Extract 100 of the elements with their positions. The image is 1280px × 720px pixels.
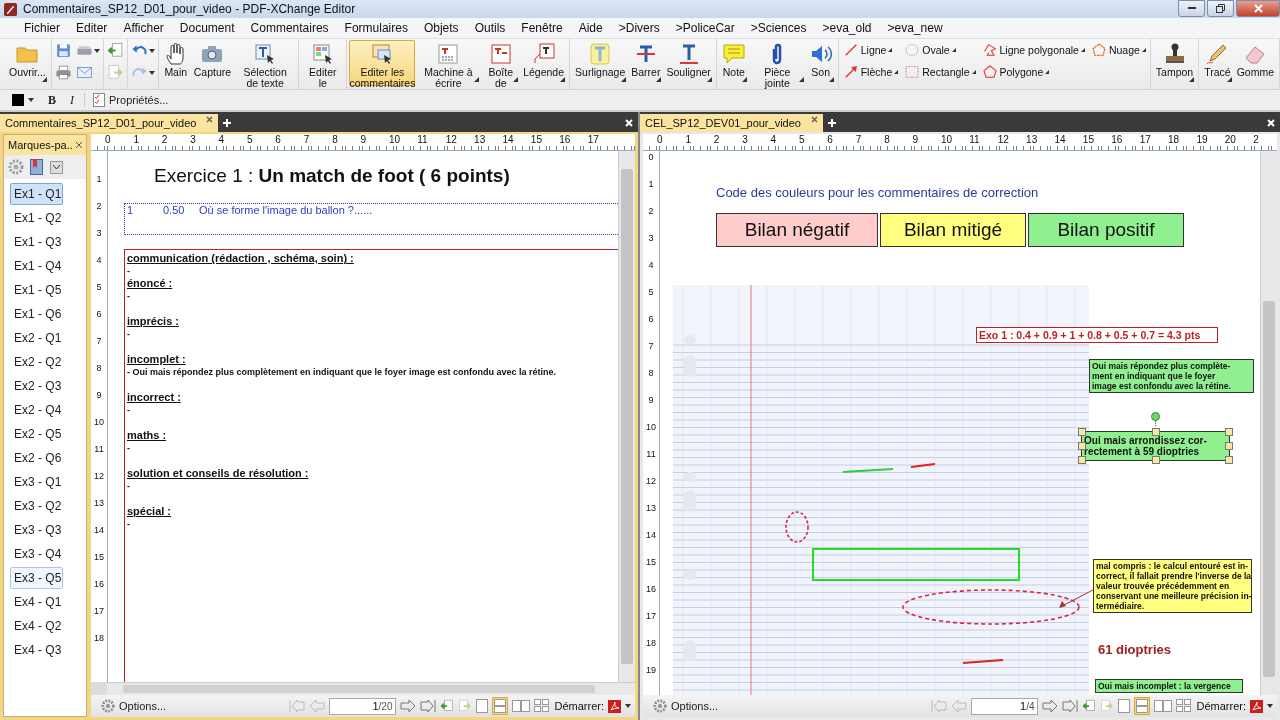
facing-pages-icon[interactable] [1154, 700, 1173, 712]
bookmark-item[interactable]: Ex4 - Q2 [10, 615, 63, 637]
bookmark-item[interactable]: Ex1 - Q1 [10, 183, 63, 205]
minimize-button[interactable] [1178, 0, 1205, 17]
bookmark-item[interactable]: Ex3 - Q2 [10, 495, 63, 517]
menu-item[interactable]: Aide [570, 21, 611, 35]
page-number-field[interactable]: 1/20 [329, 697, 397, 715]
last-page-icon[interactable] [1062, 700, 1079, 712]
bookmark-item[interactable]: Ex2 - Q4 [10, 399, 63, 421]
grid-pages-icon[interactable] [534, 699, 551, 713]
grid-pages-icon[interactable] [1176, 699, 1193, 713]
toolbar-button[interactable]: Légende [520, 40, 568, 86]
vertical-scrollbar[interactable] [618, 151, 635, 682]
toolbar-button[interactable]: Sélection de texte [234, 40, 297, 86]
options-button[interactable]: Options... [647, 698, 725, 714]
toolbar-button[interactable]: Tracé [1201, 40, 1234, 86]
toolbar-button[interactable]: Nuage [1088, 41, 1148, 59]
caret-icon[interactable] [625, 704, 631, 708]
single-page-icon[interactable] [476, 699, 489, 713]
close-button[interactable] [1236, 0, 1280, 17]
toolbar-button[interactable]: Rectangle [902, 63, 978, 81]
bookmark-item[interactable]: Ex2 - Q6 [10, 447, 63, 469]
single-page-icon[interactable] [1118, 699, 1131, 713]
toolbar-button[interactable]: Polygone [979, 63, 1087, 81]
menu-item[interactable]: >Divers [610, 21, 668, 35]
vertical-scrollbar[interactable] [1260, 151, 1277, 695]
menu-item[interactable]: Objets [415, 21, 467, 35]
resize-handle[interactable] [1151, 456, 1160, 464]
toolbar-button[interactable]: Note [718, 40, 749, 86]
bookmark-item[interactable]: Ex1 - Q4 [10, 255, 63, 277]
menu-item[interactable]: >Sciences [742, 21, 815, 35]
pdf-icon[interactable] [1250, 699, 1263, 713]
menu-item[interactable]: Formulaires [336, 21, 416, 35]
bookmark-item[interactable]: Ex4 - Q1 [10, 591, 63, 613]
toolbar-button[interactable]: Capture [190, 40, 235, 86]
toolbar-button[interactable]: Machine à écrire [415, 40, 482, 86]
toolbar-button[interactable]: Ligne polygonale [979, 41, 1087, 59]
next-page-icon[interactable] [1042, 700, 1059, 712]
bookmark-item[interactable]: Ex3 - Q1 [10, 471, 63, 493]
menu-item[interactable]: Document [171, 21, 243, 35]
score-box[interactable]: Exo 1 : 0.4 + 0.9 + 1 + 0.8 + 0.5 + 0.7 = 4.3 pts [976, 327, 1218, 343]
toolbar-button[interactable]: Editer le [301, 40, 345, 86]
bookmark-item[interactable]: Ex4 - Q3 [10, 639, 63, 661]
resize-handle[interactable] [1151, 428, 1160, 436]
page-number-field[interactable]: 1/4 [971, 697, 1039, 715]
rotate-handle[interactable] [1150, 412, 1160, 426]
bookmark-item[interactable]: Ex2 - Q1 [10, 327, 63, 349]
bookmark-item[interactable]: Ex1 - Q6 [10, 303, 63, 325]
menu-item[interactable]: >PoliceCar [667, 21, 743, 35]
bookmark-item[interactable]: Ex3 - Q3 [10, 519, 63, 541]
page-arrow-icon[interactable] [1082, 699, 1097, 713]
toolbar-button[interactable]: Ligne [840, 41, 901, 59]
menu-item[interactable]: Editer [68, 21, 116, 35]
pdf-icon[interactable] [608, 699, 621, 713]
document-tab[interactable]: CEL_SP12_DEV01_pour_video [640, 114, 823, 132]
last-page-icon[interactable] [420, 700, 437, 712]
comment-note[interactable]: Oui mais incomplet : la vergence [1095, 679, 1243, 693]
menu-item[interactable]: Afficher [115, 21, 172, 35]
options-button[interactable] [8, 159, 24, 175]
horizontal-scrollbar[interactable] [107, 682, 635, 695]
facing-pages-icon[interactable] [512, 700, 531, 712]
continuous-view-button[interactable] [1134, 697, 1151, 715]
next-page-icon[interactable] [400, 700, 417, 712]
menu-item[interactable]: Fichier [16, 21, 68, 35]
document-tab[interactable]: Commentaires_SP12_D01_pour_video [0, 114, 219, 132]
bookmark-item[interactable]: Ex3 - Q4 [10, 543, 63, 565]
toolbar-button[interactable] [105, 41, 125, 60]
toolbar-button[interactable]: Boîte de [481, 40, 521, 86]
comment-note[interactable]: Oui mais répondez plus complète- ment en indiquant que le foyer image est confondu avec la rétine. [1089, 359, 1254, 393]
menu-item[interactable]: Fenêtre [513, 21, 571, 35]
toolbar-button[interactable] [53, 63, 73, 82]
properties-button[interactable]: Propriétés... [84, 93, 173, 107]
bookmark-item[interactable]: Ex2 - Q2 [10, 351, 63, 373]
bookmark-item[interactable]: Ex3 - Q5 [10, 567, 63, 589]
continuous-view-button[interactable] [492, 697, 509, 715]
toolbar-button[interactable]: Gomme [1233, 40, 1277, 86]
toolbar-button[interactable]: Son [805, 40, 836, 86]
toolbar-button[interactable]: Flèche [840, 63, 901, 81]
restore-button[interactable] [1207, 0, 1234, 17]
caret-icon[interactable] [1267, 704, 1273, 708]
bookmark-item[interactable]: Ex1 - Q5 [10, 279, 63, 301]
bookmark-item[interactable]: Ex1 - Q2 [10, 207, 63, 229]
toolbar-button[interactable]: Tampon [1152, 40, 1197, 86]
bookmark-item[interactable]: Ex1 - Q3 [10, 231, 63, 253]
bold-button[interactable]: B [44, 92, 60, 108]
toolbar-button[interactable]: Ouvrir... [6, 40, 49, 86]
toolbar-button[interactable]: Souligner [663, 40, 714, 86]
options-button[interactable]: Options... [95, 698, 173, 714]
bookmark-button[interactable] [30, 159, 44, 175]
menu-item[interactable]: Commentaires [242, 21, 337, 35]
toolbar-button[interactable]: Ovale [902, 41, 978, 59]
toolbar-button[interactable]: Barrer [628, 40, 664, 86]
toolbar-button[interactable]: Surlignage [572, 40, 629, 86]
menu-item[interactable]: >eva_new [879, 21, 951, 35]
page-arrow-icon[interactable] [440, 699, 455, 713]
comment-note[interactable]: mal compris : le calcul entouré est in- correct, il fallait prendre l'inverse de la valeur trouvée précédemment en conservant une meilleure précision in- termédiaire. [1093, 559, 1252, 613]
toolbar-button[interactable]: Editer les commentaires [349, 40, 416, 86]
dropdown-button[interactable] [50, 160, 63, 174]
bookmark-item[interactable]: Ex2 - Q5 [10, 423, 63, 445]
menu-item[interactable]: >eva_old [814, 21, 880, 35]
